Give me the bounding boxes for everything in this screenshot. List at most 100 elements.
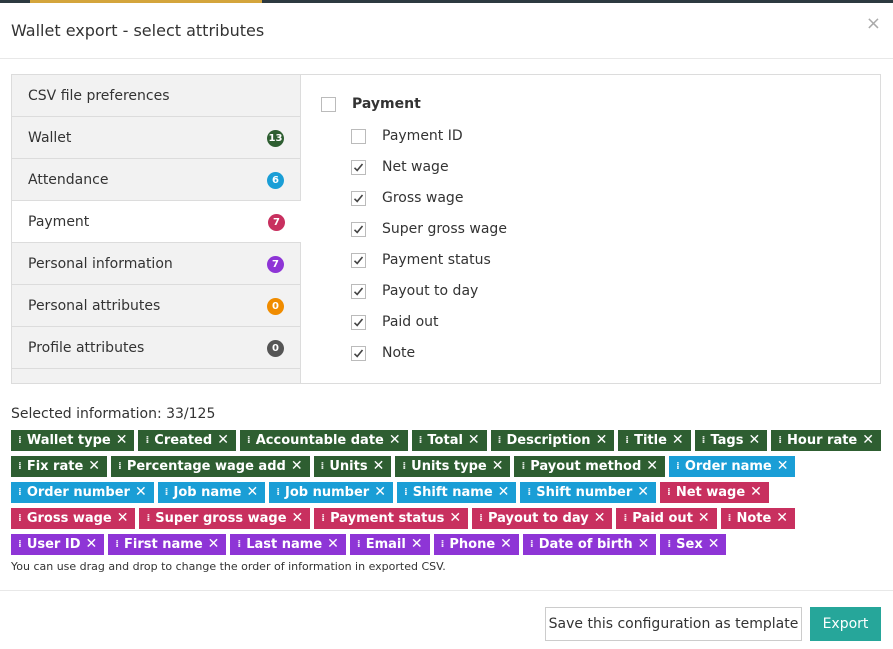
payment-group-checkbox[interactable] (321, 96, 336, 112)
drag-handle-icon[interactable]: ⁞ (498, 430, 502, 451)
drag-handle-icon[interactable]: ⁞ (146, 508, 150, 529)
selected-tag[interactable]: ⁞ Phone ✕ (433, 534, 519, 555)
remove-tag-icon[interactable]: ✕ (246, 482, 258, 503)
attribute-option-payment-status[interactable]: Payment status (351, 252, 491, 268)
selected-tag[interactable]: ⁞ Payout method ✕ (514, 456, 666, 477)
selected-tag[interactable]: ⁞ Title ✕ (618, 430, 691, 451)
sidebar-item-personal-information[interactable]: Personal information 7 (12, 243, 300, 285)
drag-handle-icon[interactable]: ⁞ (18, 456, 22, 477)
remove-tag-icon[interactable]: ✕ (500, 534, 512, 555)
remove-tag-icon[interactable]: ✕ (88, 456, 100, 477)
remove-tag-icon[interactable]: ✕ (389, 430, 401, 451)
close-icon[interactable]: × (866, 13, 881, 34)
remove-tag-icon[interactable]: ✕ (292, 508, 304, 529)
drag-handle-icon[interactable]: ⁞ (441, 534, 445, 555)
selected-tag[interactable]: ⁞ Note ✕ (720, 508, 796, 529)
attribute-option-payment-id[interactable]: Payment ID (351, 128, 463, 144)
drag-handle-icon[interactable]: ⁞ (479, 508, 483, 529)
drag-handle-icon[interactable]: ⁞ (18, 508, 22, 529)
selected-tag[interactable]: ⁞ Paid out ✕ (616, 508, 717, 529)
attribute-option-note[interactable]: Note (351, 345, 415, 361)
selected-tag[interactable]: ⁞ First name ✕ (108, 534, 227, 555)
remove-tag-icon[interactable]: ✕ (708, 534, 720, 555)
drag-handle-icon[interactable]: ⁞ (115, 534, 119, 555)
remove-tag-icon[interactable]: ✕ (116, 430, 128, 451)
drag-handle-icon[interactable]: ⁞ (667, 534, 671, 555)
drag-handle-icon[interactable]: ⁞ (521, 456, 525, 477)
selected-tag[interactable]: ⁞ Fix rate ✕ (11, 456, 108, 477)
remove-tag-icon[interactable]: ✕ (117, 508, 129, 529)
export-button[interactable]: Export (810, 607, 881, 641)
selected-tag[interactable]: ⁞ Units ✕ (313, 456, 392, 477)
drag-handle-icon[interactable]: ⁞ (247, 430, 251, 451)
remove-tag-icon[interactable]: ✕ (596, 430, 608, 451)
selected-tag[interactable]: ⁞ Hour rate ✕ (771, 430, 881, 451)
remove-tag-icon[interactable]: ✕ (777, 456, 789, 477)
remove-tag-icon[interactable]: ✕ (698, 508, 710, 529)
remove-tag-icon[interactable]: ✕ (327, 534, 339, 555)
drag-handle-icon[interactable]: ⁞ (276, 482, 280, 503)
selected-tag[interactable]: ⁞ Total ✕ (411, 430, 487, 451)
selected-tag[interactable]: ⁞ Job number ✕ (269, 482, 393, 503)
selected-tag[interactable]: ⁞ Net wage ✕ (660, 482, 769, 503)
sidebar-item-wallet[interactable]: Wallet 13 (12, 117, 300, 159)
drag-handle-icon[interactable]: ⁞ (165, 482, 169, 503)
attribute-option-gross-wage[interactable]: Gross wage (351, 190, 463, 206)
drag-handle-icon[interactable]: ⁞ (778, 430, 782, 451)
selected-tag[interactable]: ⁞ Tags ✕ (694, 430, 768, 451)
remove-tag-icon[interactable]: ✕ (291, 456, 303, 477)
remove-tag-icon[interactable]: ✕ (208, 534, 220, 555)
drag-handle-icon[interactable]: ⁞ (702, 430, 706, 451)
remove-tag-icon[interactable]: ✕ (862, 430, 874, 451)
selected-tag[interactable]: ⁞ Super gross wage ✕ (139, 508, 311, 529)
remove-tag-icon[interactable]: ✕ (373, 456, 385, 477)
remove-tag-icon[interactable]: ✕ (217, 430, 229, 451)
remove-tag-icon[interactable]: ✕ (646, 456, 658, 477)
drag-handle-icon[interactable]: ⁞ (419, 430, 423, 451)
remove-tag-icon[interactable]: ✕ (637, 482, 649, 503)
attribute-option-net-wage[interactable]: Net wage (351, 159, 449, 175)
remove-tag-icon[interactable]: ✕ (374, 482, 386, 503)
drag-handle-icon[interactable]: ⁞ (623, 508, 627, 529)
attribute-checkbox[interactable] (351, 314, 366, 330)
sidebar-item-attendance[interactable]: Attendance 6 (12, 159, 300, 201)
drag-handle-icon[interactable]: ⁞ (145, 430, 149, 451)
selected-tag[interactable]: ⁞ Percentage wage add ✕ (111, 456, 310, 477)
remove-tag-icon[interactable]: ✕ (672, 430, 684, 451)
remove-tag-icon[interactable]: ✕ (638, 534, 650, 555)
attribute-checkbox[interactable] (351, 221, 366, 237)
selected-tag[interactable]: ⁞ Job name ✕ (157, 482, 266, 503)
remove-tag-icon[interactable]: ✕ (748, 430, 760, 451)
drag-handle-icon[interactable]: ⁞ (18, 430, 22, 451)
sidebar-item-profile-attributes[interactable]: Profile attributes 0 (12, 327, 300, 369)
remove-tag-icon[interactable]: ✕ (468, 430, 480, 451)
attribute-checkbox[interactable] (351, 159, 366, 175)
attribute-checkbox[interactable] (351, 190, 366, 206)
selected-tag[interactable]: ⁞ Wallet type ✕ (11, 430, 135, 451)
attribute-checkbox[interactable] (351, 128, 366, 144)
drag-handle-icon[interactable]: ⁞ (402, 456, 406, 477)
attribute-option-super-gross-wage[interactable]: Super gross wage (351, 221, 507, 237)
attribute-option-payout-to-day[interactable]: Payout to day (351, 283, 478, 299)
drag-handle-icon[interactable]: ⁞ (321, 456, 325, 477)
selected-tag[interactable]: ⁞ Units type ✕ (395, 456, 511, 477)
drag-handle-icon[interactable]: ⁞ (18, 482, 22, 503)
selected-tag[interactable]: ⁞ Accountable date ✕ (239, 430, 408, 451)
sidebar-item-payment[interactable]: Payment 7 (12, 201, 301, 243)
selected-tag[interactable]: ⁞ Shift name ✕ (396, 482, 517, 503)
remove-tag-icon[interactable]: ✕ (750, 482, 762, 503)
remove-tag-icon[interactable]: ✕ (594, 508, 606, 529)
save-template-button[interactable]: Save this configuration as template (545, 607, 802, 641)
drag-handle-icon[interactable]: ⁞ (667, 482, 671, 503)
remove-tag-icon[interactable]: ✕ (449, 508, 461, 529)
drag-handle-icon[interactable]: ⁞ (527, 482, 531, 503)
drag-handle-icon[interactable]: ⁞ (321, 508, 325, 529)
drag-handle-icon[interactable]: ⁞ (676, 456, 680, 477)
selected-tag[interactable]: ⁞ Last name ✕ (230, 534, 346, 555)
attribute-option-paid-out[interactable]: Paid out (351, 314, 439, 330)
remove-tag-icon[interactable]: ✕ (86, 534, 98, 555)
remove-tag-icon[interactable]: ✕ (498, 482, 510, 503)
attribute-checkbox[interactable] (351, 345, 366, 361)
selected-tag[interactable]: ⁞ Order name ✕ (669, 456, 796, 477)
drag-handle-icon[interactable]: ⁞ (118, 456, 122, 477)
